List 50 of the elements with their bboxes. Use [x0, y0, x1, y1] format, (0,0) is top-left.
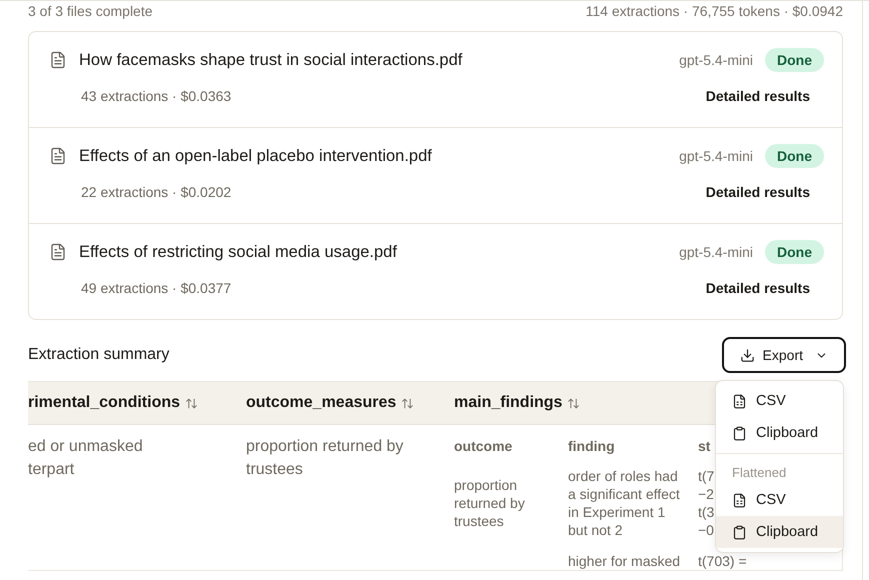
menu-item[interactable]: CSV — [716, 385, 843, 417]
statistic-text: t(703) = — [698, 552, 747, 570]
table-cell-text: order of roles had a significant effect in Experiment 1 but not 2 — [568, 467, 681, 539]
totals: 114 extractions · 76,755 tokens · $0.0942 — [586, 3, 843, 19]
nested-column-header: st — [698, 437, 712, 454]
spreadsheet-icon — [732, 492, 747, 508]
download-icon — [740, 348, 755, 362]
nested-column-header: finding — [568, 437, 616, 454]
clipboard-icon — [732, 524, 747, 540]
document-icon — [49, 147, 67, 165]
file-meta: 43 extractions · $0.0363 — [80, 88, 232, 104]
status-badge: Done — [765, 48, 824, 72]
file-name: Effects of an open-label placebo intervention.pdf — [79, 146, 433, 166]
menu-item[interactable]: Clipboard — [716, 516, 843, 548]
menu-item[interactable]: CSV — [716, 484, 843, 516]
export-button[interactable]: Export — [722, 337, 846, 373]
model-name: gpt-5.4-mini — [679, 148, 753, 164]
statistic-text: −2 — [698, 485, 714, 503]
status-badge: Done — [765, 240, 824, 264]
column-header[interactable]: rimental_conditions — [28, 394, 246, 412]
file-name: How facemasks shape trust in social interactions.pdf — [79, 50, 464, 70]
spreadsheet-icon — [732, 394, 747, 408]
section-title: Extraction summary — [28, 346, 170, 364]
detailed-results-link[interactable]: Detailed results — [706, 184, 810, 200]
document-icon — [49, 243, 67, 261]
model-name: gpt-5.4-mini — [679, 244, 753, 260]
column-header[interactable]: outcome_measures — [246, 394, 454, 412]
statistic-text: t(3 — [698, 503, 714, 521]
menu-group-label: Flattened — [731, 464, 788, 482]
sort-icon — [567, 396, 580, 410]
statistic-text: −0 — [698, 521, 714, 539]
table-cell-text: higher for masked — [568, 552, 682, 570]
table-cell-text: ed or unmasked terpart — [28, 437, 144, 480]
detailed-results-link[interactable]: Detailed results — [706, 88, 810, 104]
file-meta: 49 extractions · $0.0377 — [80, 280, 232, 296]
nested-column-header: outcome — [454, 437, 514, 454]
menu-item[interactable]: Clipboard — [716, 417, 843, 449]
file-name: Effects of restricting social media usage.pdf — [79, 242, 398, 262]
file-meta: 22 extractions · $0.0202 — [80, 184, 232, 200]
statistic-text: t(7 — [698, 467, 714, 485]
status-badge: Done — [765, 144, 824, 168]
document-icon — [49, 51, 67, 69]
detailed-results-link[interactable]: Detailed results — [706, 280, 810, 296]
files-complete: 3 of 3 files complete — [28, 3, 153, 19]
sort-icon — [401, 396, 414, 410]
table-cell-text: proportion returned by trustees — [246, 437, 404, 480]
model-name: gpt-5.4-mini — [679, 52, 753, 68]
clipboard-icon — [732, 426, 747, 440]
sort-icon — [185, 396, 198, 410]
table-cell-text: proportion returned by trustees — [454, 476, 526, 530]
